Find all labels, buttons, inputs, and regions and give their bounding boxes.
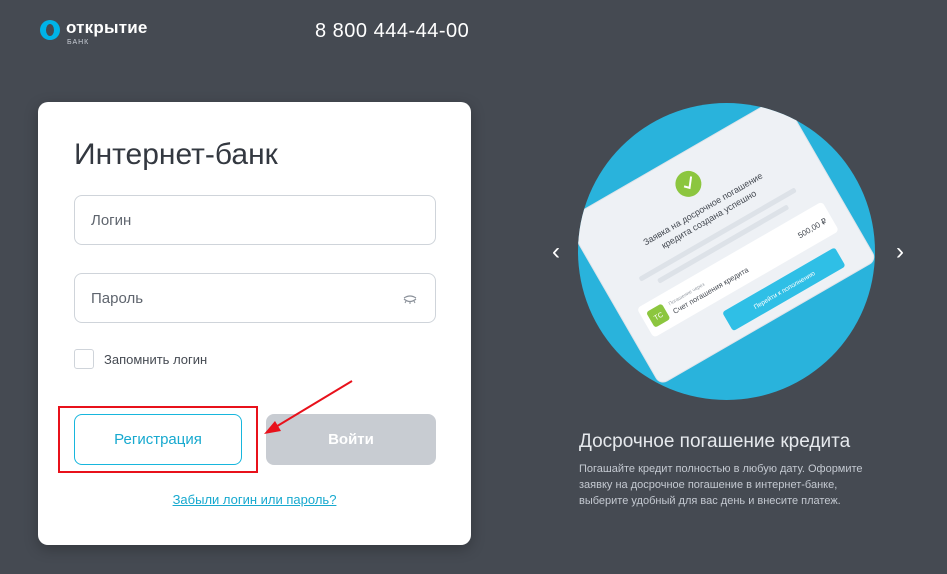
- remember-login[interactable]: Запомнить логин: [74, 349, 207, 369]
- login-input[interactable]: [75, 196, 435, 244]
- password-input[interactable]: [75, 274, 435, 322]
- login-card: Интернет-банк Запомнить логин Регистраци…: [38, 102, 471, 545]
- logo-icon: [40, 20, 60, 40]
- logo-text: открытие БАНК: [66, 18, 148, 46]
- page-title: Интернет-банк: [74, 138, 278, 171]
- promo-text: Погашайте кредит полностью в любую дату.…: [579, 463, 863, 507]
- logo-subtitle: БАНК: [67, 39, 90, 46]
- remember-checkbox[interactable]: [74, 349, 94, 369]
- forgot-credentials-link[interactable]: Забыли логин или пароль?: [173, 492, 337, 507]
- bank-logo[interactable]: открытие БАНК: [40, 18, 148, 46]
- login-field[interactable]: [74, 195, 436, 245]
- carousel-next-icon[interactable]: ›: [888, 238, 912, 266]
- login-button[interactable]: Войти: [266, 414, 436, 465]
- phone-number[interactable]: 8 800 444-44-00: [315, 20, 469, 43]
- password-field[interactable]: [74, 273, 436, 323]
- eye-closed-icon[interactable]: [403, 292, 417, 306]
- promo-illustration: Заявка на досрочное погашение кредита со…: [578, 103, 875, 400]
- logo-name: открытие: [66, 18, 148, 37]
- forgot-credentials: Забыли логин или пароль?: [38, 492, 471, 507]
- promo-illustration-art: Заявка на досрочное погашение кредита со…: [578, 103, 875, 383]
- promo-title: Досрочное погашение кредита: [579, 431, 851, 452]
- carousel-prev-icon[interactable]: ‹: [544, 238, 568, 266]
- register-button[interactable]: Регистрация: [74, 414, 242, 465]
- remember-label[interactable]: Запомнить логин: [104, 352, 207, 367]
